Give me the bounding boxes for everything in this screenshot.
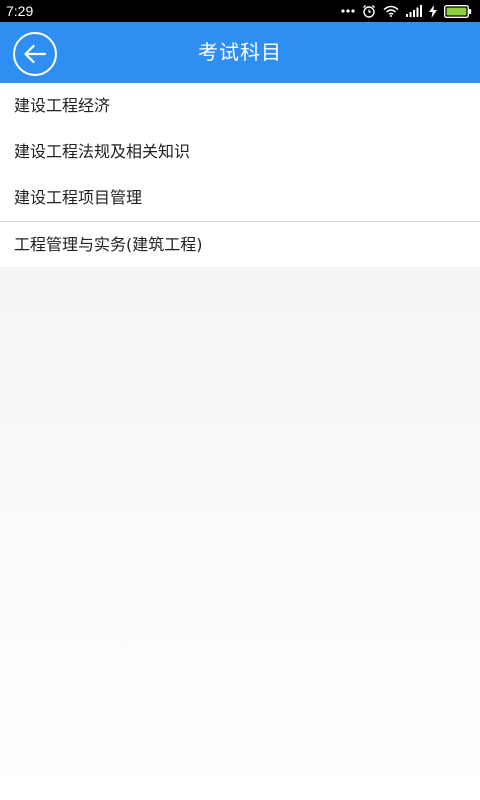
wifi-icon <box>383 5 399 17</box>
subject-item-project-management[interactable]: 建设工程项目管理 <box>0 175 480 221</box>
back-arrow-icon <box>23 44 47 64</box>
subject-item-regulations[interactable]: 建设工程法规及相关知识 <box>0 129 480 175</box>
status-icons <box>341 4 472 18</box>
status-bar: 7:29 <box>0 0 480 22</box>
back-button[interactable] <box>13 32 57 76</box>
more-dots-icon <box>341 9 355 13</box>
subject-item-economics[interactable]: 建设工程经济 <box>0 83 480 129</box>
page-title: 考试科目 <box>198 40 282 64</box>
app-bar: 考试科目 <box>0 22 480 83</box>
alarm-icon <box>362 4 376 18</box>
subject-list: 建设工程经济 建设工程法规及相关知识 建设工程项目管理 工程管理与实务(建筑工程… <box>0 83 480 267</box>
signal-icon <box>406 5 422 17</box>
battery-icon <box>444 4 472 18</box>
status-time: 7:29 <box>6 3 34 19</box>
subject-item-construction-practice[interactable]: 工程管理与实务(建筑工程) <box>0 221 480 267</box>
charging-bolt-icon <box>429 4 437 18</box>
